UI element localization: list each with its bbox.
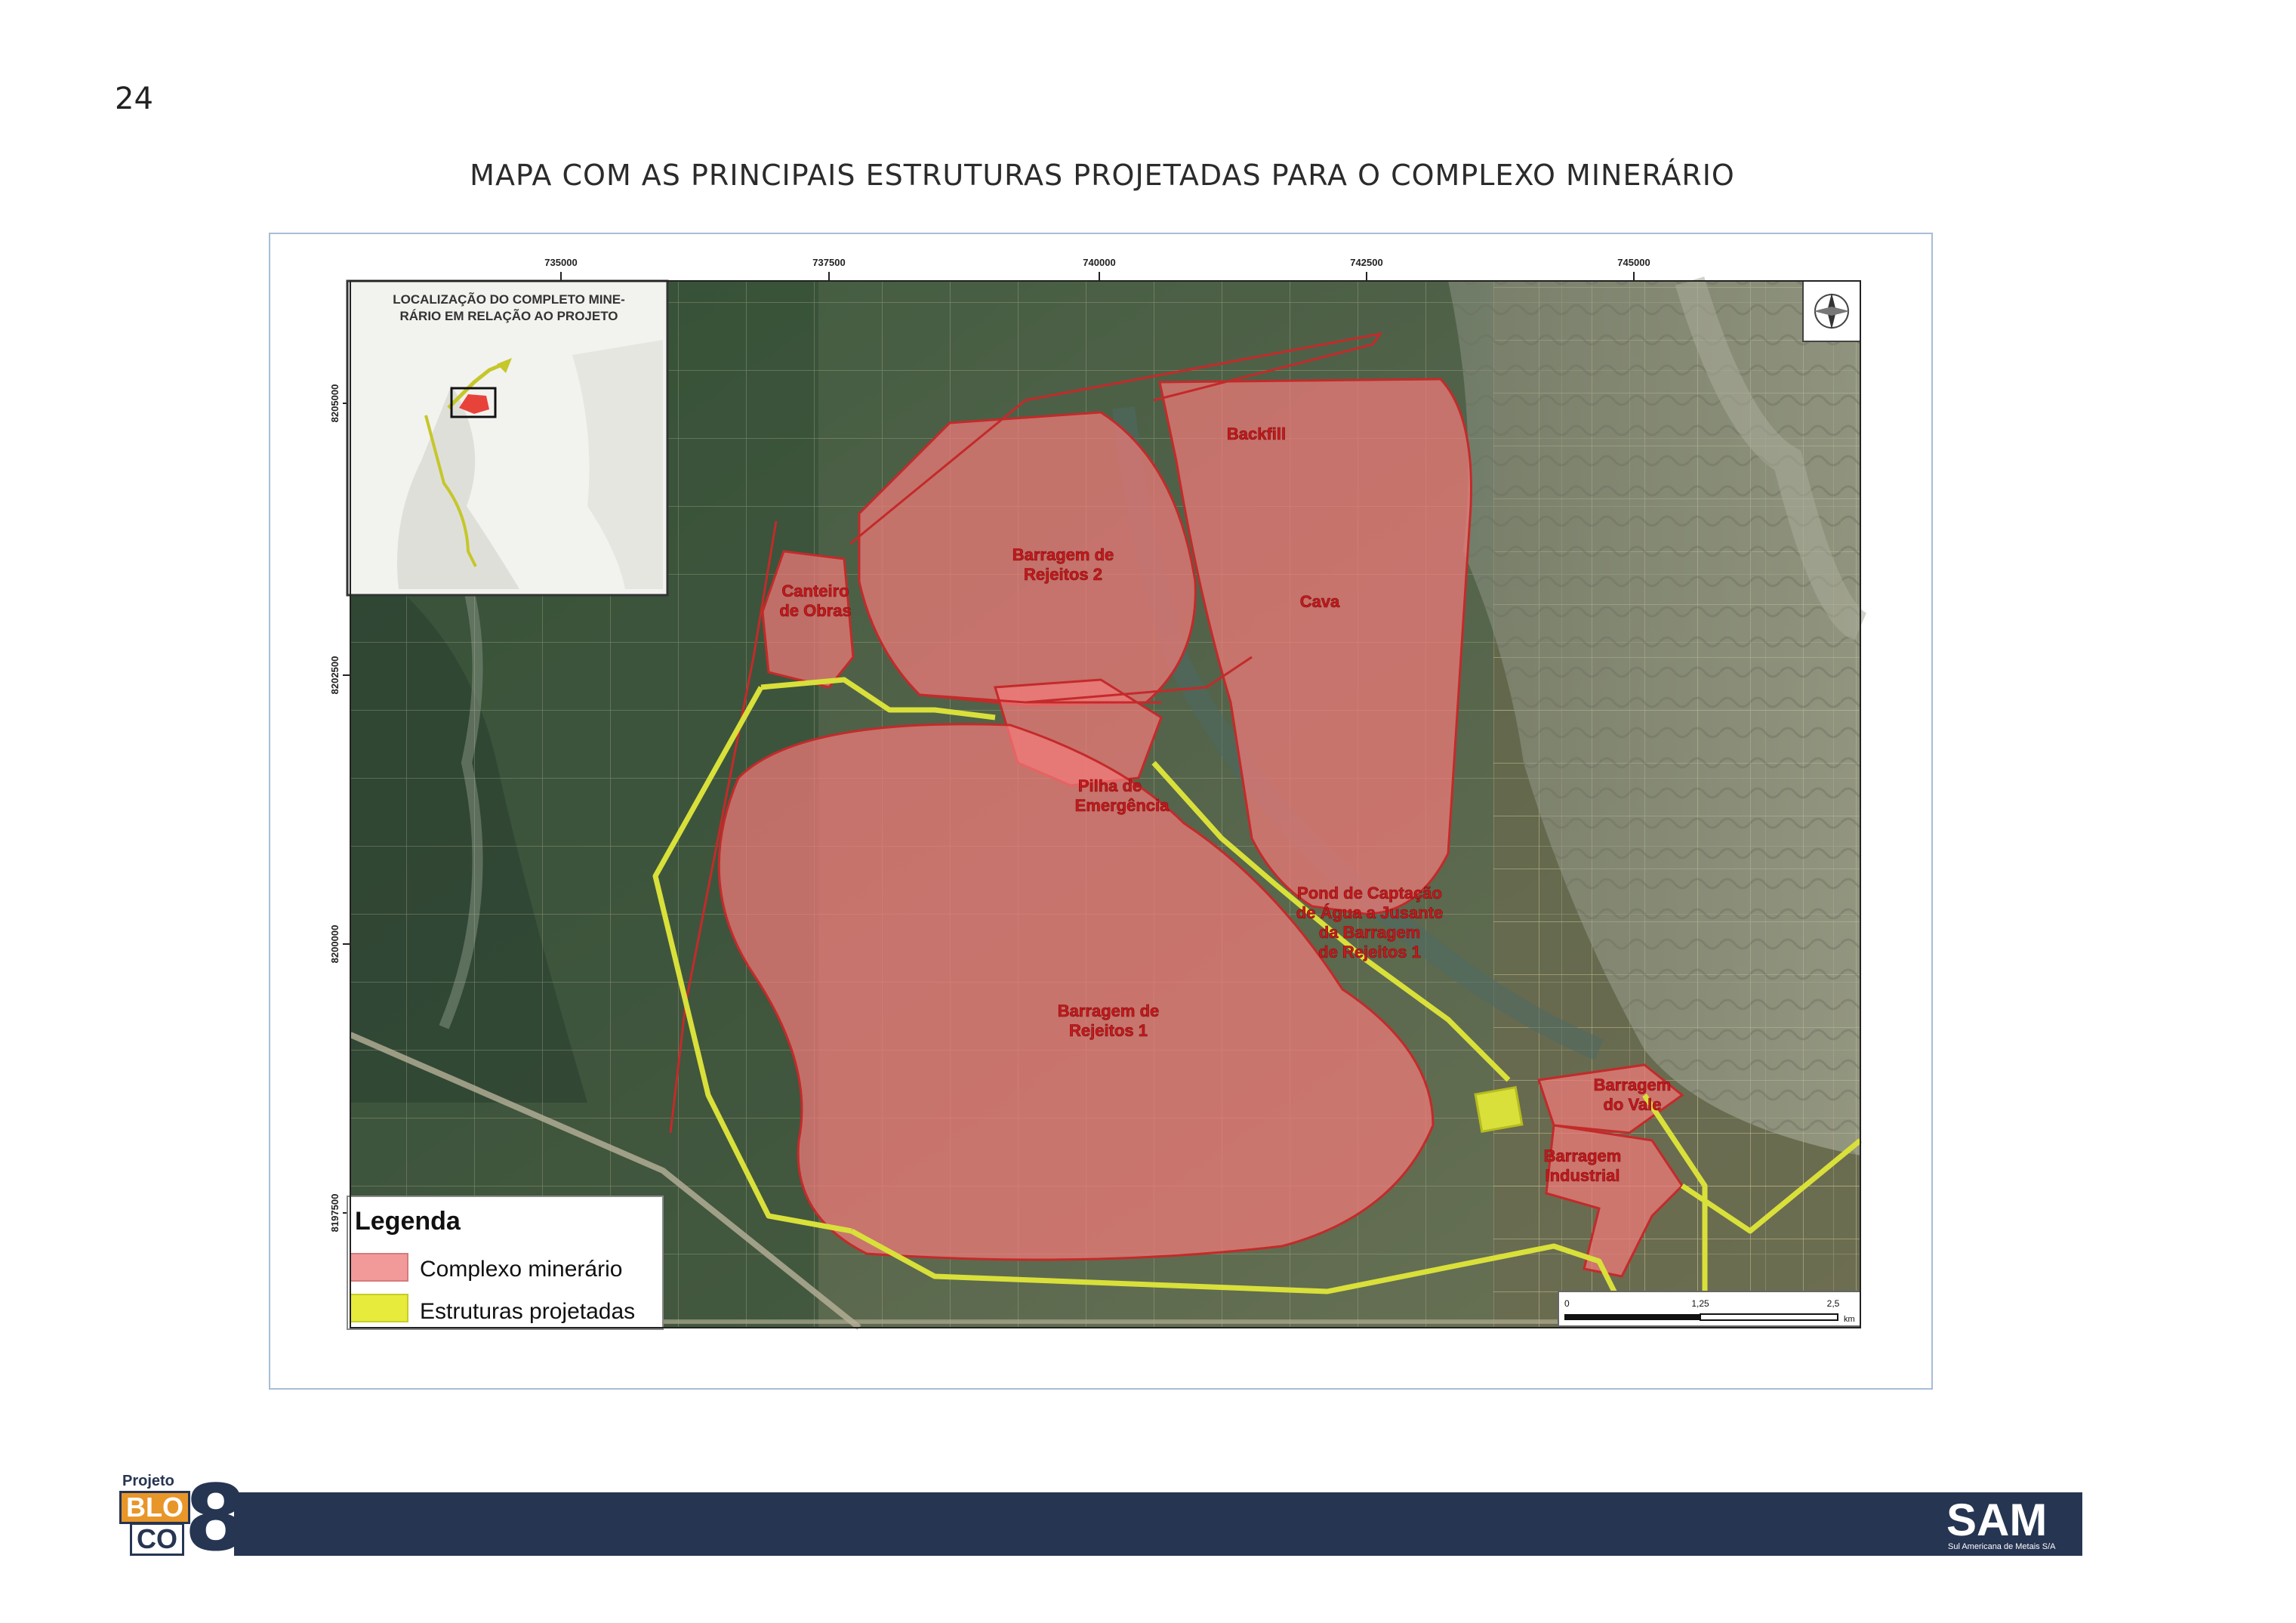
label-pond-line4: de Rejeitos 1 [1318, 943, 1421, 961]
bloco-co-text: CO [130, 1523, 184, 1556]
x-axis-ticks: 735000 737500 740000 742500 745000 [544, 257, 1650, 268]
page-number: 24 [115, 82, 153, 116]
label-barragem1-line2: Rejeitos 1 [1069, 1021, 1148, 1040]
north-arrow-icon [1802, 280, 1861, 342]
label-pond-line1: Pond de Captação [1297, 884, 1442, 903]
label-backfill: Backfill [1227, 424, 1286, 443]
scale-tick-label: 0 [1564, 1298, 1570, 1309]
y-tick-label: 8205000 [329, 384, 341, 423]
label-barragem2-line1: Barragem de [1012, 545, 1114, 564]
x-tick-label: 735000 [544, 257, 577, 268]
label-industrial-line2: Industrial [1545, 1166, 1620, 1185]
legend: Legenda Complexo minerário Estruturas pr… [347, 1196, 664, 1330]
scale-unit-label: km [1844, 1315, 1855, 1324]
map-figure: Backfill Barragem de Rejeitos 2 Canteiro… [329, 257, 1868, 1331]
location-inset: LOCALIZAÇÃO DO COMPLETO MINE- RÁRIO EM R… [346, 279, 669, 597]
scale-tick-label: 1,25 [1691, 1298, 1709, 1309]
label-industrial-line1: Barragem [1544, 1146, 1622, 1165]
sam-logo-text: SAM [1946, 1495, 2048, 1545]
x-tick-label: 742500 [1350, 257, 1382, 268]
bloco-eight-text: 8 [184, 1467, 248, 1572]
legend-label-estruturas: Estruturas projetadas [420, 1299, 635, 1324]
map-frame: Backfill Barragem de Rejeitos 2 Canteiro… [269, 233, 1933, 1390]
label-barragem1-line1: Barragem de [1058, 1001, 1160, 1020]
label-vale-line1: Barragem [1594, 1075, 1672, 1094]
bloco-blo-text: BLO [119, 1491, 190, 1524]
legend-swatch-estruturas [350, 1294, 408, 1322]
label-canteiro-line1: Canteiro [781, 582, 849, 600]
label-vale-line2: do Vale [1603, 1095, 1661, 1114]
label-cava: Cava [1300, 592, 1340, 611]
inset-title-line2: RÁRIO EM RELAÇÃO AO PROJETO [399, 308, 618, 323]
scale-bar: 0 1,25 2,5 km [1558, 1291, 1861, 1327]
legend-label-complexo: Complexo minerário [420, 1257, 622, 1282]
x-tick-label: 740000 [1083, 257, 1115, 268]
bloco-projeto-text: Projeto [122, 1473, 174, 1489]
sam-logo-subtitle: Sul Americana de Metais S/A [1948, 1542, 2056, 1551]
pond-captacao-box [1474, 1085, 1524, 1134]
y-tick-label: 8200000 [329, 925, 341, 964]
x-tick-label: 737500 [812, 257, 845, 268]
label-pilha-line2: Emergência [1075, 796, 1170, 815]
label-barragem2-line2: Rejeitos 2 [1024, 565, 1102, 584]
page-title: MAPA COM AS PRINCIPAIS ESTRUTURAS PROJET… [470, 159, 1735, 192]
inset-title-line1: LOCALIZAÇÃO DO COMPLETO MINE- [393, 292, 625, 307]
legend-swatch-complexo [350, 1253, 408, 1282]
label-pilha-line1: Pilha de [1078, 776, 1142, 795]
y-tick-label: 8202500 [329, 656, 341, 695]
bloco8-logo: Projeto BLO CO 8 [115, 1473, 248, 1565]
y-tick-label: 8197500 [329, 1194, 341, 1233]
x-tick-marks [560, 272, 1635, 281]
footer-bar [234, 1492, 2082, 1556]
scale-tick-label: 2,5 [1827, 1298, 1840, 1309]
y-axis-ticks: 8205000 8202500 8200000 8197500 [329, 384, 341, 1233]
label-canteiro-line2: de Obras [779, 601, 851, 620]
sam-logo: SAM Sul Americana de Metais S/A [1936, 1492, 2082, 1556]
x-tick-label: 745000 [1617, 257, 1650, 268]
label-pond-line3: da Barragem [1319, 923, 1421, 942]
label-pond-line2: de Água a Jusante [1296, 903, 1443, 922]
legend-title: Legenda [355, 1207, 461, 1236]
